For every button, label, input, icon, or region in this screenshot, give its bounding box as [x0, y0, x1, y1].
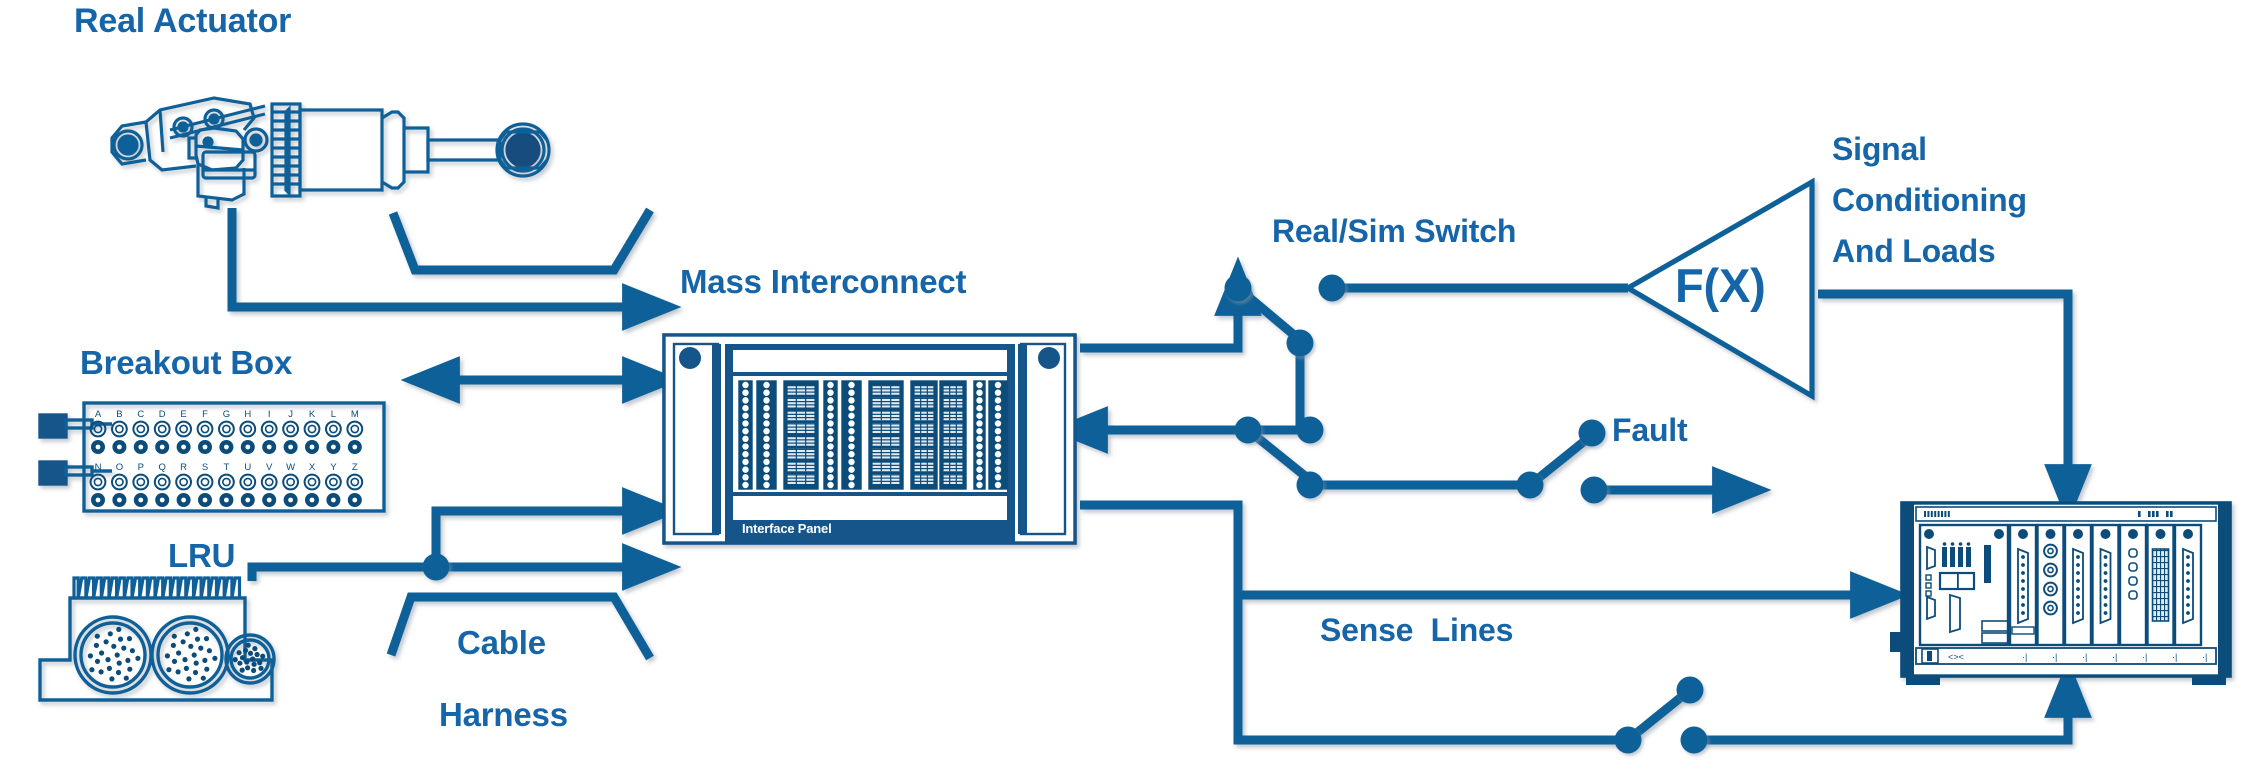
chassis-detail: <>< ·| ·| ·| ·| ·| ·| ·| — [1890, 501, 2232, 685]
svg-text:Y: Y — [330, 462, 337, 473]
label-lru: LRU — [168, 537, 236, 574]
line-sense-bottom-to-chassis — [1694, 658, 2092, 745]
label-interface-panel: Interface Panel — [742, 521, 832, 536]
svg-text:·|: ·| — [2052, 652, 2057, 662]
svg-text:·|: ·| — [2172, 652, 2177, 662]
svg-text:F: F — [202, 409, 208, 420]
svg-text:A: A — [95, 409, 102, 420]
svg-text:·|: ·| — [2202, 652, 2207, 662]
svg-text:U: U — [244, 462, 251, 473]
terminal-realsim-pole-out — [1318, 274, 1346, 302]
svg-text:R: R — [180, 462, 187, 473]
mi-latch-right — [1038, 347, 1060, 369]
svg-text:K: K — [309, 409, 316, 420]
terminal-fault-pole-in — [1516, 471, 1544, 499]
line-actuator-to-mi — [227, 208, 682, 331]
label-fault: Fault — [1612, 412, 1688, 448]
line-realsim-lower-return — [1250, 345, 1305, 435]
svg-text:P: P — [138, 462, 144, 473]
line-mi-to-realsim-switch — [1080, 256, 1262, 353]
terminal-sense-pole-out — [1680, 726, 1708, 754]
svg-text:J: J — [288, 409, 293, 420]
svg-text:Q: Q — [159, 462, 166, 473]
svg-text:C: C — [137, 409, 144, 420]
svg-text:L: L — [331, 409, 336, 420]
svg-text:·|: ·| — [2112, 652, 2117, 662]
svg-text:S: S — [202, 462, 208, 473]
label-signal-cond-1: Signal — [1832, 131, 1927, 167]
label-fx-block: F(X) — [1675, 259, 1766, 312]
svg-text:I: I — [268, 409, 271, 420]
breakout-box-pin-grid: A B C D E F G H I J K L M N O P Q R S T U V W X Y Z — [89, 409, 364, 507]
svg-text:V: V — [266, 462, 273, 473]
label-sense-lines: Sense Lines — [1320, 612, 1514, 648]
terminal-fault-throw-upper — [1578, 419, 1606, 447]
svg-text:N: N — [95, 462, 102, 473]
svg-text:X: X — [309, 462, 316, 473]
real-actuator-illustration — [110, 96, 551, 210]
diagram-svg: A B C D E F G H I J K L M N O P Q R S T U V W X Y Z <>< ·| ·| ·| ·| ·|… — [38, 96, 2232, 754]
terminal-return-pole-out — [1296, 416, 1324, 444]
label-mass-interconnect: Mass Interconnect — [680, 263, 967, 300]
svg-text:H: H — [244, 409, 251, 420]
svg-text:G: G — [223, 409, 230, 420]
svg-text:·|: ·| — [2142, 652, 2147, 662]
svg-text:M: M — [351, 409, 359, 420]
svg-text:·|: ·| — [2022, 652, 2027, 662]
terminal-realsim-pole-in — [1224, 274, 1252, 302]
svg-text:O: O — [116, 462, 123, 473]
svg-text:B: B — [116, 409, 122, 420]
lru-illustration — [38, 596, 276, 702]
label-real-actuator: Real Actuator — [74, 2, 292, 40]
terminal-realsim-throw-lower — [1286, 329, 1314, 357]
terminal-return-throw-lower — [1296, 471, 1324, 499]
label-breakout-box: Breakout Box — [80, 344, 293, 381]
svg-text:Z: Z — [352, 462, 358, 473]
terminal-return-pole-in — [1234, 416, 1262, 444]
line-lru-to-mi-lower — [247, 543, 682, 591]
svg-text:W: W — [286, 462, 295, 473]
label-real-sim-switch: Real/Sim Switch — [1272, 213, 1517, 249]
svg-text:T: T — [223, 462, 229, 473]
svg-text:D: D — [159, 409, 166, 420]
terminal-sense-pole-in — [1614, 726, 1642, 754]
mi-latch-left — [679, 347, 701, 369]
svg-text:E: E — [180, 409, 186, 420]
line-signalcond-to-chassis — [1818, 289, 2092, 524]
bracket-actuator-cable — [388, 207, 654, 275]
svg-text:·|: ·| — [2082, 652, 2087, 662]
terminal-sense-throw-upper — [1676, 676, 1704, 704]
svg-text:<><: <>< — [1948, 652, 1964, 662]
label-cable-harness-2: Harness — [439, 696, 568, 733]
label-signal-cond-2: Conditioning — [1832, 182, 2027, 218]
label-signal-cond-3: And Loads — [1832, 233, 1996, 269]
terminal-fault-pole-out — [1580, 476, 1608, 504]
diagram-canvas: A B C D E F G H I J K L M N O P Q R S T U V W X Y Z <>< ·| ·| ·| ·| ·|… — [0, 0, 2256, 783]
terminal-lru-junction — [422, 553, 450, 581]
label-cable-harness-1: Cable — [457, 624, 546, 661]
